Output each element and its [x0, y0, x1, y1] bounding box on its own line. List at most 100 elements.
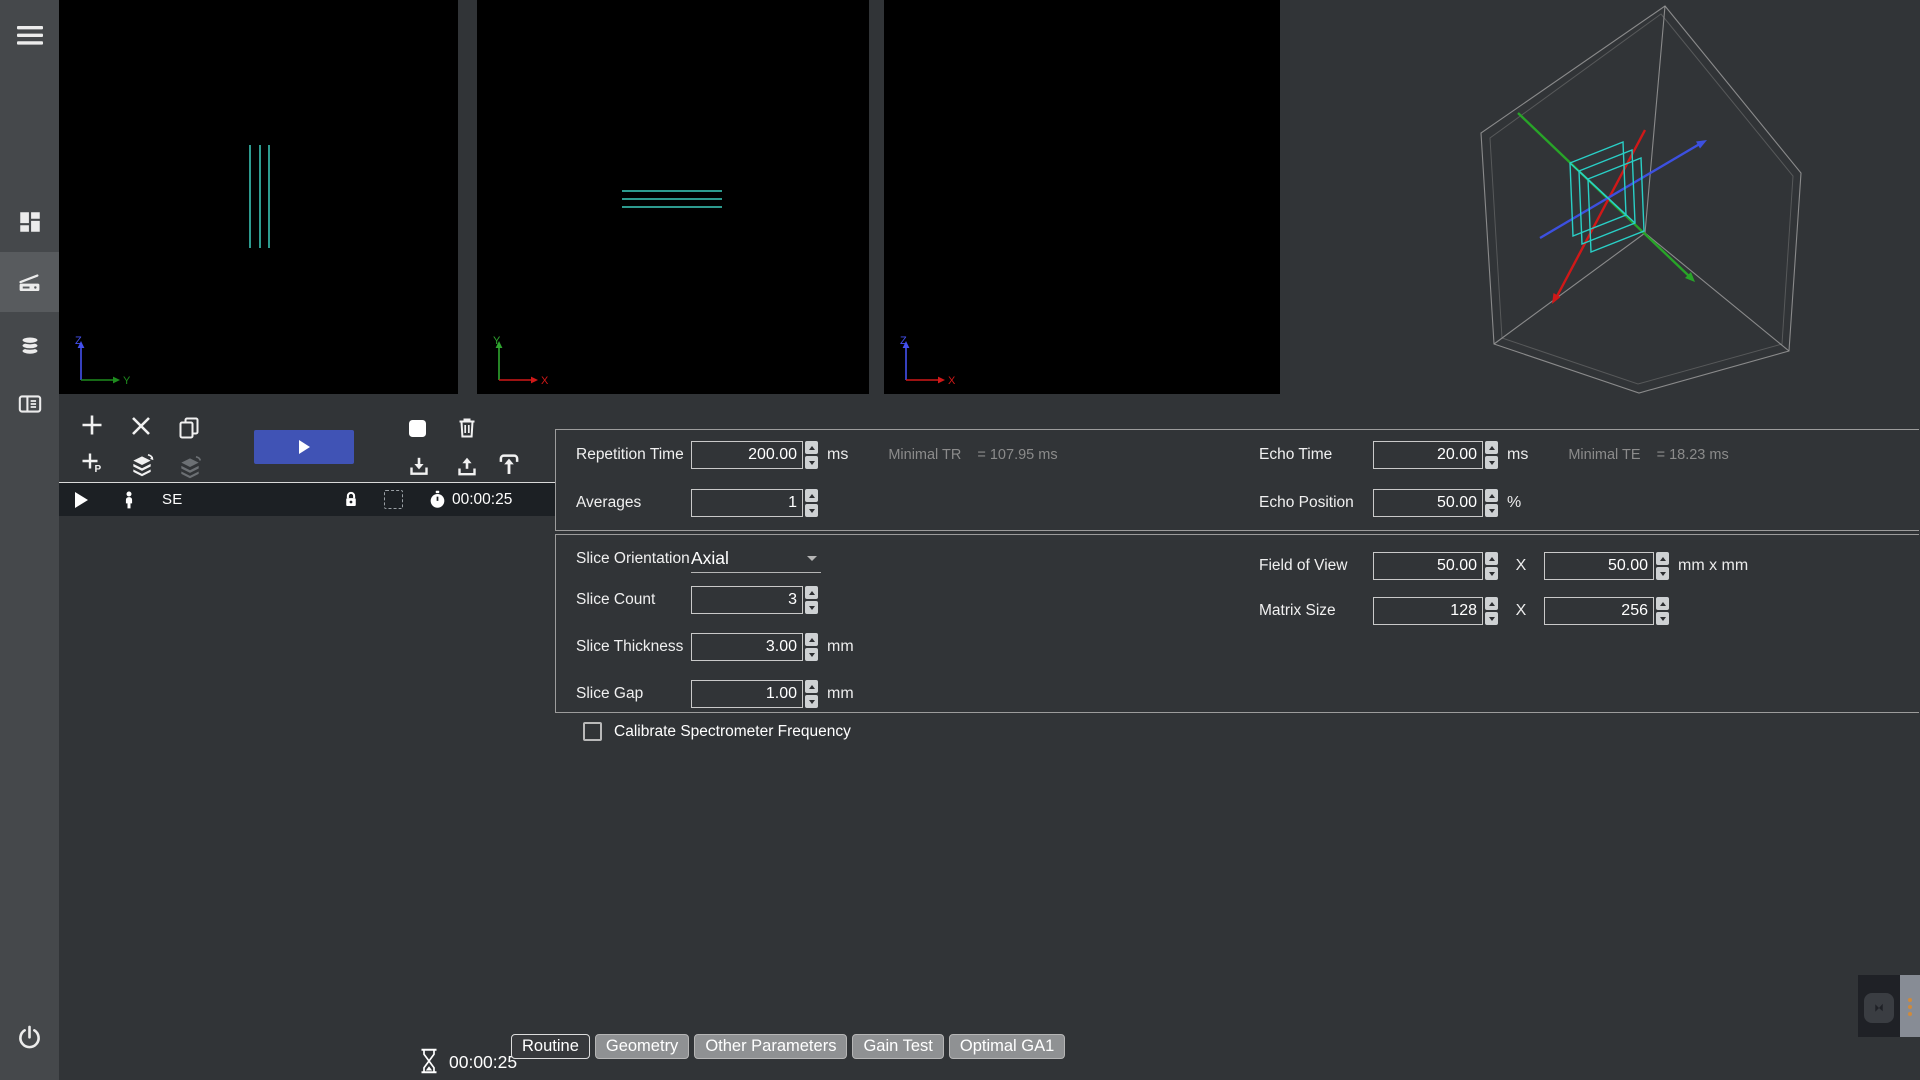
sidebar	[0, 0, 59, 1080]
duplicate-scan-button[interactable]	[177, 416, 201, 440]
slice-count-input[interactable]: 3	[691, 586, 803, 614]
slice-thickness-input[interactable]: 3.00	[691, 633, 803, 661]
averages-label: Averages	[576, 494, 691, 512]
parameter-tabs: Routine Geometry Other Parameters Gain T…	[511, 1034, 1065, 1059]
play-icon	[295, 438, 313, 456]
matrix-separator: X	[1498, 602, 1544, 620]
vertical-axis-label: Z	[900, 335, 907, 347]
fov-unit: mm x mm	[1678, 557, 1748, 575]
tab-optimal-ga1[interactable]: Optimal GA1	[949, 1034, 1065, 1059]
axis-indicator: Y X	[483, 334, 555, 390]
repetition-time-input[interactable]: 200.00	[691, 441, 803, 469]
sequence-name: SE	[162, 483, 183, 516]
matrix-x-input[interactable]: 128	[1373, 597, 1483, 625]
fov-x-spinner[interactable]	[1485, 552, 1498, 580]
slice-orientation-label: Slice Orientation	[576, 550, 691, 568]
slice-thickness-spinner[interactable]	[805, 633, 818, 661]
tab-routine[interactable]: Routine	[511, 1034, 590, 1059]
feedback-handle[interactable]	[1900, 975, 1920, 1037]
slice-line	[622, 198, 722, 200]
selection-box-icon[interactable]	[384, 483, 403, 516]
slice-gap-input[interactable]: 1.00	[691, 680, 803, 708]
minimal-tr-hint: Minimal TR = 107.95 ms	[888, 447, 1057, 463]
upload-top-icon	[496, 451, 522, 477]
echo-time-row: Echo Time 20.00 ms Minimal TE = 18.23 ms	[1259, 440, 1729, 470]
slice-line	[622, 190, 722, 192]
averages-input[interactable]: 1	[691, 489, 803, 517]
menu-button[interactable]	[0, 5, 59, 65]
vertical-axis-label: Z	[75, 335, 82, 347]
sidebar-item-registration[interactable]	[0, 374, 59, 434]
echo-time-input[interactable]: 20.00	[1373, 441, 1483, 469]
slice-gap-spinner[interactable]	[805, 680, 818, 708]
stack-scans-button[interactable]	[129, 452, 153, 476]
feedback-widget[interactable]	[1858, 975, 1900, 1037]
sidebar-item-database[interactable]	[0, 316, 59, 376]
fov-y-spinner[interactable]	[1656, 552, 1669, 580]
remove-scan-button[interactable]	[129, 414, 153, 438]
averages-spinner[interactable]	[805, 489, 818, 517]
viewport-coronal[interactable]: Z Y	[59, 0, 458, 394]
echo-position-input[interactable]: 50.00	[1373, 489, 1483, 517]
upload-to-top-button[interactable]	[496, 451, 520, 475]
chevron-down-icon	[807, 556, 817, 561]
repetition-time-row: Repetition Time 200.00 ms Minimal TR = 1…	[576, 440, 1058, 470]
upload-button[interactable]	[455, 455, 479, 479]
slice-count-label: Slice Count	[576, 591, 691, 609]
slice-orientation-select[interactable]: Axial	[691, 545, 821, 573]
close-icon	[129, 414, 153, 438]
fov-x-input[interactable]: 50.00	[1373, 552, 1483, 580]
stop-scan-button[interactable]	[409, 420, 426, 437]
viewport-axial[interactable]: Y X	[477, 0, 869, 394]
lock-icon[interactable]	[340, 483, 362, 516]
power-button[interactable]	[0, 1007, 59, 1067]
repetition-time-spinner[interactable]	[805, 441, 818, 469]
fov-y-input[interactable]: 50.00	[1544, 552, 1654, 580]
download-button[interactable]	[407, 455, 431, 479]
matrix-x-spinner[interactable]	[1485, 597, 1498, 625]
sequence-play-icon[interactable]	[75, 483, 88, 516]
repetition-time-unit: ms	[827, 446, 848, 464]
matrix-y-spinner[interactable]	[1656, 597, 1669, 625]
upload-icon	[455, 455, 479, 479]
slice-line	[268, 145, 270, 248]
delete-scan-button[interactable]	[455, 416, 479, 440]
checkbox-unchecked-icon[interactable]	[583, 722, 602, 741]
run-scan-button[interactable]	[254, 430, 354, 464]
echo-position-spinner[interactable]	[1485, 489, 1498, 517]
field-of-view-row: Field of View 50.00 X 50.00 mm x mm	[1259, 551, 1748, 581]
viewport-sagittal[interactable]: Z X	[884, 0, 1280, 394]
mri-console-app: Z Y Y X Z X	[0, 0, 1920, 1080]
cube-edge	[1494, 233, 1645, 344]
minimal-te-hint: Minimal TE = 18.23 ms	[1568, 447, 1728, 463]
cube-edge	[1645, 233, 1789, 351]
sequence-row[interactable]: SE 00:00:25	[59, 482, 556, 516]
geometry-group: Slice Orientation Axial Slice Count 3 Sl…	[555, 534, 1919, 713]
tab-geometry[interactable]: Geometry	[595, 1034, 689, 1059]
power-icon	[16, 1024, 43, 1051]
axis-indicator: Z Y	[65, 334, 137, 390]
feedback-icon[interactable]	[1864, 993, 1894, 1023]
echo-position-unit: %	[1507, 494, 1521, 512]
sidebar-item-scanner[interactable]	[0, 252, 59, 312]
calibrate-frequency-option[interactable]: Calibrate Spectrometer Frequency	[583, 722, 851, 741]
vertical-axis-label: Y	[493, 335, 501, 347]
slice-count-row: Slice Count 3	[576, 585, 818, 615]
echo-time-spinner[interactable]	[1485, 441, 1498, 469]
matrix-y-input[interactable]: 256	[1544, 597, 1654, 625]
echo-position-label: Echo Position	[1259, 494, 1373, 512]
axis-indicator: Z X	[890, 334, 962, 390]
add-protocol-button[interactable]: P	[80, 450, 104, 474]
echo-time-unit: ms	[1507, 446, 1528, 464]
timing-group: Repetition Time 200.00 ms Minimal TR = 1…	[555, 429, 1919, 531]
slice-count-spinner[interactable]	[805, 586, 818, 614]
tab-other-parameters[interactable]: Other Parameters	[694, 1034, 847, 1059]
sidebar-item-dashboard[interactable]	[0, 192, 59, 252]
slice-gap-row: Slice Gap 1.00 mm	[576, 679, 854, 709]
viewport-3d[interactable]	[1280, 0, 1920, 460]
add-scan-button[interactable]	[80, 413, 104, 437]
horizontal-axis-label: X	[541, 375, 549, 387]
copy-icon	[177, 416, 201, 440]
plus-icon	[80, 413, 104, 437]
tab-gain-test[interactable]: Gain Test	[852, 1034, 943, 1059]
